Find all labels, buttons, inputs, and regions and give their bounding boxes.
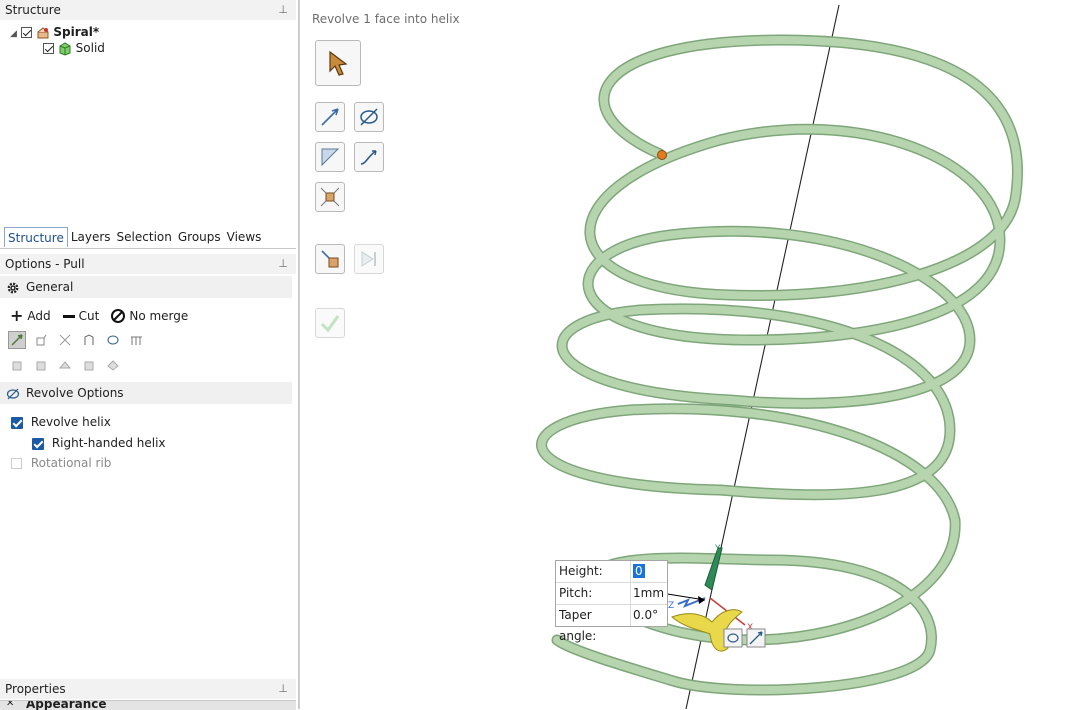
rotate-face-icon[interactable] <box>8 356 26 374</box>
rotational-rib-option[interactable]: Rotational rib <box>11 455 111 471</box>
tree-item-solid[interactable]: Solid <box>43 40 105 56</box>
pull-arrow-icon <box>321 108 339 126</box>
height-value[interactable]: 0 <box>633 564 645 578</box>
blend-face-icon[interactable] <box>56 356 74 374</box>
pull-direction-guide-button[interactable] <box>315 102 345 132</box>
checkmark-icon <box>320 315 340 333</box>
part-icon <box>36 26 50 40</box>
structure-panel-header: Structure ⊥ <box>0 0 296 20</box>
properties-title: Properties <box>5 682 66 696</box>
helix-end-marker[interactable] <box>657 150 667 160</box>
structure-title: Structure <box>5 3 61 17</box>
add-icon: + <box>10 306 24 325</box>
rotational-rib-label: Rotational rib <box>30 456 112 470</box>
panel-tabs: Structure Layers Selection Groups Views <box>4 227 264 247</box>
height-label: Height: <box>559 564 603 578</box>
taper-angle-input[interactable]: 0.0° <box>630 605 666 626</box>
revolve-axis-line[interactable] <box>685 4 840 709</box>
revolve-guide-button[interactable] <box>354 102 384 132</box>
gear-icon <box>6 280 20 294</box>
revolve-options-label: Revolve Options <box>26 386 124 400</box>
3d-viewport[interactable]: Revolve 1 face into helix Y Z X Height: … <box>299 0 1084 709</box>
tab-layers[interactable]: Layers <box>68 227 114 247</box>
full-pull-button[interactable] <box>354 244 384 274</box>
scale-icon <box>320 187 340 207</box>
draft-tool-icon[interactable] <box>80 331 98 349</box>
extrude-tool-icon[interactable] <box>32 331 50 349</box>
draft-icon <box>321 148 340 167</box>
up-to-icon <box>321 250 339 268</box>
solid-cube-icon <box>58 41 72 56</box>
expand-triangle-icon[interactable]: ◢ <box>10 29 17 39</box>
spiral-visibility-checkbox[interactable] <box>20 27 32 38</box>
revolve-options-section[interactable]: Revolve Options <box>0 382 292 404</box>
height-row: Height: 0 <box>556 561 667 583</box>
tab-views[interactable]: Views <box>224 227 265 247</box>
pitch-label: Pitch: <box>559 586 593 600</box>
pitch-input[interactable]: 1mm <box>630 583 666 604</box>
pitch-row: Pitch: 1mm <box>556 583 667 605</box>
skip-forward-icon <box>361 251 376 267</box>
revolve-icon <box>360 108 378 126</box>
y-axis-label: Y <box>714 544 721 554</box>
taper-angle-label: Taper angle: <box>559 608 597 643</box>
revolve-axis-handle-icon[interactable] <box>723 628 743 648</box>
general-label: General <box>26 280 74 294</box>
draft-guide-button[interactable] <box>315 142 345 172</box>
left-panel: Structure ⊥ ◢ Spiral* Solid Structure La… <box>0 0 299 710</box>
right-handed-option[interactable]: Right-handed helix <box>32 435 166 451</box>
revolve-tool-icon[interactable] <box>104 331 122 349</box>
helix-scene: Y Z X <box>536 4 1023 709</box>
height-input[interactable]: 0 <box>630 561 666 582</box>
options-title: Options - Pull <box>5 257 85 271</box>
tree-item-label: Spiral* <box>53 25 100 39</box>
cursor-arrow-icon <box>329 50 348 76</box>
divider <box>0 248 296 249</box>
right-handed-checkbox[interactable] <box>32 437 44 450</box>
sweep-icon <box>360 150 377 165</box>
pin-icon[interactable]: ⊥ <box>278 0 288 20</box>
merge-options-row: + Add Cut No merge <box>10 306 188 325</box>
sweep-guide-button[interactable] <box>354 142 384 172</box>
complete-button[interactable] <box>315 308 345 338</box>
dimension-input-box: Height: 0 Pitch: 1mm Taper angle: 0.0° <box>555 560 668 643</box>
revolve-options-icon <box>6 386 20 400</box>
pull-tools-row-1 <box>8 331 146 349</box>
options-panel-header: Options - Pull ⊥ <box>0 254 296 274</box>
direction-tool-icon[interactable] <box>56 331 74 349</box>
general-section[interactable]: General <box>0 276 292 298</box>
revolve-helix-option[interactable]: Revolve helix <box>11 414 111 430</box>
pivot-face-icon[interactable] <box>104 356 122 374</box>
pin-icon[interactable]: ⊥ <box>278 679 288 699</box>
tab-structure[interactable]: Structure <box>4 227 68 247</box>
no-merge-icon <box>111 309 126 323</box>
sweep-tool-icon[interactable] <box>128 331 146 349</box>
tab-groups[interactable]: Groups <box>175 227 224 247</box>
tree-item-spiral[interactable]: ◢ Spiral* <box>10 24 99 40</box>
revolve-helix-checkbox[interactable] <box>11 416 23 429</box>
solid-visibility-checkbox[interactable] <box>43 43 54 54</box>
rotational-rib-checkbox[interactable] <box>11 458 22 469</box>
cut-button[interactable]: Cut <box>79 309 100 323</box>
taper-angle-row: Taper angle: 0.0° <box>556 605 667 643</box>
pin-icon[interactable]: ⊥ <box>278 254 288 274</box>
add-button[interactable]: Add <box>27 309 50 323</box>
right-handed-label: Right-handed helix <box>51 436 166 450</box>
offset-face-icon[interactable] <box>32 356 50 374</box>
tab-selection[interactable]: Selection <box>114 227 175 247</box>
cut-icon <box>62 314 75 318</box>
properties-panel-header: Properties ⊥ <box>0 679 296 699</box>
pull-arrow-tool-icon[interactable] <box>8 331 26 349</box>
copy-face-icon[interactable] <box>80 356 98 374</box>
z-axis-label: Z <box>668 601 674 611</box>
pull-up-to-button[interactable] <box>315 244 345 274</box>
no-merge-button[interactable]: No merge <box>129 309 188 323</box>
select-tool-button[interactable] <box>315 40 361 86</box>
tree-item-label: Solid <box>75 41 105 55</box>
scale-guide-button[interactable] <box>315 182 345 212</box>
pull-tools-row-2 <box>8 356 122 374</box>
collapse-icon[interactable]: ✕ <box>6 701 14 709</box>
revolve-helix-label: Revolve helix <box>30 415 111 429</box>
